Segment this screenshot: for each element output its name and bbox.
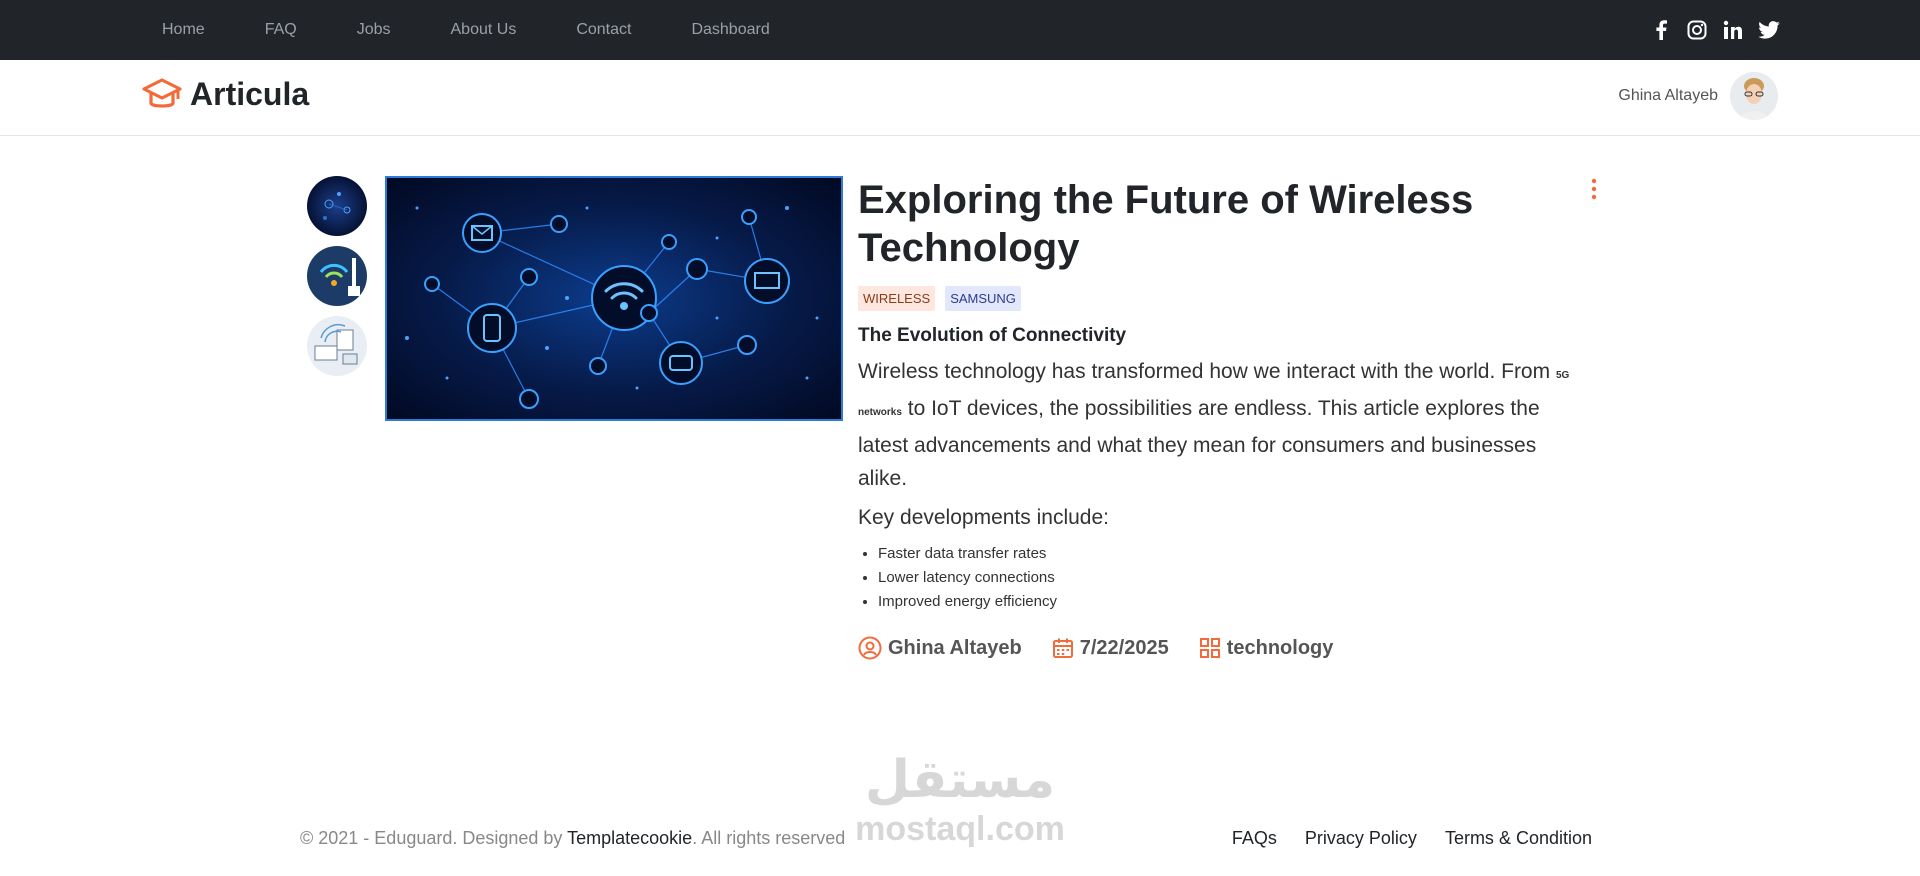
nav-dashboard-link[interactable]: Dashboard: [691, 21, 769, 39]
article-body-end: to IoT devices, the possibilities are en…: [858, 397, 1540, 490]
list-item: Faster data transfer rates: [878, 542, 1578, 566]
brand-logo[interactable]: Articula: [142, 76, 309, 113]
article-tags: WIRELESS SAMSUNG: [858, 286, 1578, 311]
main-nav: Home FAQ Jobs About Us Contact Dashboard: [162, 0, 830, 60]
twitter-icon[interactable]: [1758, 19, 1780, 41]
author-name: Ghina Altayeb: [888, 636, 1022, 659]
templatecookie-link[interactable]: Templatecookie: [567, 828, 692, 848]
publish-date: 7/22/2025: [1079, 636, 1169, 659]
article-meta: Ghina Altayeb 7/22/2025 technology: [858, 636, 1578, 660]
footer-links: FAQs Privacy Policy Terms & Condition: [1232, 828, 1592, 849]
thumbnail-2[interactable]: [307, 246, 367, 306]
article-content: Exploring the Future of Wireless Technol…: [858, 176, 1578, 660]
more-options-button[interactable]: [1586, 178, 1602, 200]
user-menu[interactable]: Ghina Altayeb: [1618, 72, 1778, 120]
footer-terms-link[interactable]: Terms & Condition: [1445, 828, 1592, 849]
watermark: مستقل mostaql.com: [845, 750, 1075, 849]
footer-copyright: © 2021 - Eduguard. Designed by Templatec…: [300, 828, 845, 849]
thumbnail-3[interactable]: [307, 316, 367, 376]
user-name: Ghina Altayeb: [1618, 87, 1718, 104]
meta-author[interactable]: Ghina Altayeb: [858, 636, 1022, 660]
meta-category[interactable]: technology: [1199, 636, 1334, 660]
top-navbar: Home FAQ Jobs About Us Contact Dashboard: [0, 0, 1920, 60]
user-circle-icon: [858, 636, 882, 660]
key-developments-heading: Key developments include:: [858, 506, 1109, 529]
footer-faqs-link[interactable]: FAQs: [1232, 828, 1277, 849]
article-subtitle: The Evolution of Connectivity: [858, 325, 1127, 346]
site-header: Articula Ghina Altayeb: [0, 60, 1920, 136]
instagram-icon[interactable]: [1686, 19, 1708, 41]
tag-wireless[interactable]: WIRELESS: [858, 286, 936, 311]
avatar[interactable]: [1730, 72, 1778, 120]
linkedin-icon[interactable]: [1722, 19, 1744, 41]
nav-jobs-link[interactable]: Jobs: [357, 21, 391, 39]
meta-date: 7/22/2025: [1052, 637, 1169, 660]
nav-contact-link[interactable]: Contact: [576, 21, 631, 39]
copyright-end: . All rights reserved: [692, 828, 846, 848]
thumbnail-1[interactable]: [307, 176, 367, 236]
watermark-latin: mostaql.com: [855, 810, 1065, 848]
calendar-icon: [1052, 638, 1073, 658]
list-item: Improved energy efficiency: [878, 590, 1578, 614]
grid-icon: [1199, 638, 1220, 658]
article-body: Wireless technology has transformed how …: [858, 355, 1578, 495]
article-main-image: [385, 176, 843, 421]
list-item: Lower latency connections: [878, 566, 1578, 590]
image-thumbnails: [307, 176, 367, 376]
nav-home-link[interactable]: Home: [162, 21, 205, 39]
graduation-cap-icon: [142, 77, 182, 108]
article-title: Exploring the Future of Wireless Technol…: [858, 178, 1474, 270]
copyright-start: © 2021 - Eduguard. Designed by: [300, 828, 568, 848]
nav-about-link[interactable]: About Us: [451, 21, 517, 39]
watermark-arabic: مستقل: [864, 750, 1056, 810]
footer-privacy-link[interactable]: Privacy Policy: [1305, 828, 1417, 849]
category-name: technology: [1226, 636, 1334, 659]
tag-samsung[interactable]: SAMSUNG: [945, 286, 1021, 311]
key-developments-list: Faster data transfer rates Lower latency…: [858, 542, 1578, 614]
facebook-icon[interactable]: [1650, 19, 1672, 41]
article-body-start: Wireless technology has transformed how …: [858, 360, 1556, 383]
social-links: [1650, 0, 1780, 60]
brand-name: Articula: [190, 76, 310, 112]
nav-faq-link[interactable]: FAQ: [265, 21, 297, 39]
